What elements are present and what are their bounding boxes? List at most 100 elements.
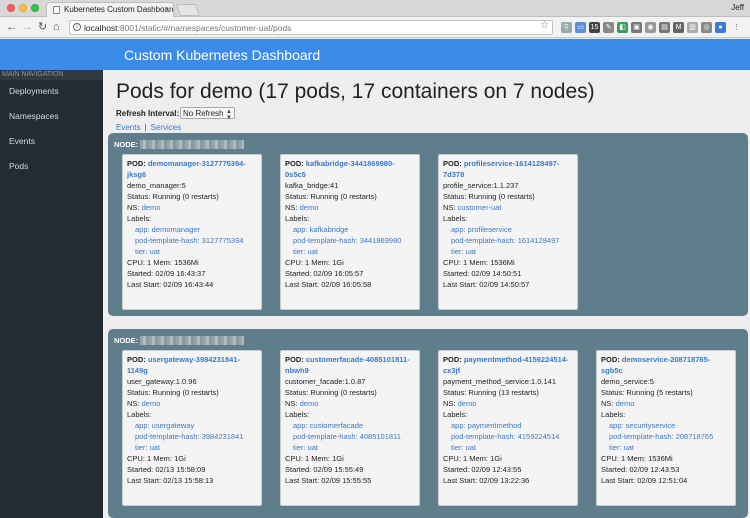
label-tier: tier: uat [135, 247, 161, 256]
extension-icon[interactable]: 15 [589, 22, 600, 33]
pod-name-link[interactable]: profileservice-1614128497- [464, 159, 559, 168]
minimize-window-button[interactable] [19, 4, 27, 12]
label-app: app: demomanager [135, 225, 201, 234]
node-label: NODE: [114, 336, 139, 345]
pod-resources: CPU: 1 Mem: 1536Mi [601, 454, 673, 463]
pod-last-start: Last Start: 02/09 13:22:36 [443, 476, 530, 485]
back-arrow-icon[interactable]: ← [6, 20, 17, 34]
select-caret-icon: ▲ ▼ [226, 109, 232, 121]
pod-last-start: Last Start: 02/09 12:51:04 [601, 476, 688, 485]
label-tier: tier: uat [451, 247, 477, 256]
app-title: Custom Kubernetes Dashboard [124, 47, 321, 63]
pod-name-link[interactable]: paymentmethod-4159224514- [464, 355, 569, 364]
pod-image: profile_service:1.1.237 [443, 181, 519, 190]
extension-icon[interactable]: ✎ [603, 22, 614, 33]
pod-label: POD: [285, 159, 304, 168]
ns-label: NS: [285, 203, 298, 212]
address-bar[interactable]: i localhost:8001/static/#/namespaces/cus… [69, 20, 553, 35]
menu-icon[interactable]: ⋮ [731, 22, 742, 33]
home-icon[interactable]: ⌂ [53, 20, 60, 34]
pod-started: Started: 02/09 12:43:53 [601, 465, 680, 474]
ns-label: NS: [285, 399, 298, 408]
bookmark-star-icon[interactable]: ☆ [540, 20, 549, 31]
namespace-link[interactable]: demo [458, 399, 477, 408]
namespace-link[interactable]: demo [300, 203, 319, 212]
pod-name-link-suffix[interactable]: 0s5c5 [285, 170, 306, 179]
pod-card: POD: kafkabridge-3441869980- 0s5c5 kafka… [280, 154, 420, 310]
ns-label: NS: [127, 203, 140, 212]
zoom-window-button[interactable] [31, 4, 39, 12]
url-host: localhost [84, 23, 118, 33]
pod-last-start: Last Start: 02/09 14:50:57 [443, 280, 530, 289]
node-name-redacted [140, 336, 244, 345]
extension-icon[interactable]: ◉ [645, 22, 656, 33]
refresh-interval-select[interactable]: No Refresh ▲ ▼ [180, 107, 235, 121]
extension-icon[interactable]: ● [715, 22, 726, 33]
app-header: Custom Kubernetes Dashboard [0, 39, 750, 70]
pod-name-link-suffix[interactable]: 7d378 [443, 170, 464, 179]
extension-icon[interactable]: M [673, 22, 684, 33]
pod-name-link-suffix[interactable]: 1149g [127, 366, 148, 375]
namespace-link[interactable]: customer-uat [458, 203, 502, 212]
sidebar-item-deployments[interactable]: Deployments [9, 86, 59, 96]
labels-title: Labels: [285, 214, 310, 223]
pod-name-link[interactable]: usergateway-3984231841- [148, 355, 240, 364]
pod-started: Started: 02/09 12:43:55 [443, 465, 522, 474]
browser-tab[interactable]: Kubernetes Custom Dashboard × [46, 2, 174, 17]
label-app: app: securityservice [609, 421, 676, 430]
close-tab-icon[interactable]: × [164, 4, 169, 14]
close-window-button[interactable] [7, 4, 15, 12]
pod-name-link[interactable]: demoservice-208718765- [622, 355, 710, 364]
namespace-link[interactable]: demo [142, 399, 161, 408]
pod-name-link[interactable]: kafkabridge-3441869980- [306, 159, 395, 168]
new-tab-button[interactable] [175, 4, 201, 16]
events-link[interactable]: Events [116, 123, 140, 132]
pod-name-link-suffix[interactable]: sgb5c [601, 366, 623, 375]
sidebar-item-pods[interactable]: Pods [9, 161, 28, 171]
extension-icon[interactable]: ▭ [575, 22, 586, 33]
pod-name-link-suffix[interactable]: jksg6 [127, 170, 146, 179]
node-panel: NODE: POD: demomanager-3127775394- jksg6… [108, 133, 748, 316]
sidebar-item-events[interactable]: Events [9, 136, 35, 146]
labels-title: Labels: [443, 410, 468, 419]
browser-user-name[interactable]: Jeff [731, 3, 744, 12]
extension-icon[interactable]: ◧ [617, 22, 628, 33]
page-title: Pods for demo (17 pods, 17 containers on… [116, 80, 595, 103]
link-separator: | [144, 123, 147, 132]
label-pod-template-hash: pod-template-hash: 208718765 [609, 432, 714, 441]
pod-name-link[interactable]: customerfacade-4085101811- [306, 355, 410, 364]
labels-title: Labels: [127, 214, 152, 223]
extension-icon[interactable]: ▥ [687, 22, 698, 33]
label-pod-template-hash: pod-template-hash: 3127775394 [135, 236, 244, 245]
pod-label: POD: [601, 355, 620, 364]
refresh-label: Refresh Interval: [116, 109, 180, 118]
labels-title: Labels: [127, 410, 152, 419]
extension-icon[interactable]: ▤ [659, 22, 670, 33]
extension-icon[interactable]: ▣ [631, 22, 642, 33]
node-name-redacted [140, 140, 244, 149]
extension-icon[interactable]: ⚲ [561, 22, 572, 33]
pod-name-link-suffix[interactable]: cx3jf [443, 366, 460, 375]
forward-arrow-icon[interactable]: → [22, 20, 33, 34]
services-link[interactable]: Services [151, 123, 182, 132]
pod-image: kafka_bridge:41 [285, 181, 339, 190]
section-links: Events | Services [116, 123, 181, 132]
pod-card: POD: customerfacade-4085101811- nbwh9 cu… [280, 350, 420, 506]
namespace-link[interactable]: demo [300, 399, 319, 408]
label-tier: tier: uat [135, 443, 161, 452]
ns-label: NS: [443, 203, 456, 212]
namespace-link[interactable]: demo [142, 203, 161, 212]
extension-icon[interactable]: ◎ [701, 22, 712, 33]
pod-name-link[interactable]: demomanager-3127775394- [148, 159, 246, 168]
pod-label: POD: [285, 355, 304, 364]
sidebar-item-namespaces[interactable]: Namespaces [9, 111, 59, 121]
label-tier: tier: uat [293, 443, 319, 452]
label-tier: tier: uat [609, 443, 635, 452]
pod-card: POD: paymentmethod-4159224514- cx3jf pay… [438, 350, 578, 506]
namespace-link[interactable]: demo [616, 399, 635, 408]
reload-icon[interactable]: ↻ [38, 20, 47, 34]
pod-started: Started: 02/09 16:43:37 [127, 269, 206, 278]
pod-name-link-suffix[interactable]: nbwh9 [285, 366, 309, 375]
info-icon[interactable]: i [73, 23, 81, 31]
node-panel: NODE: POD: usergateway-3984231841- 1149g… [108, 329, 748, 518]
